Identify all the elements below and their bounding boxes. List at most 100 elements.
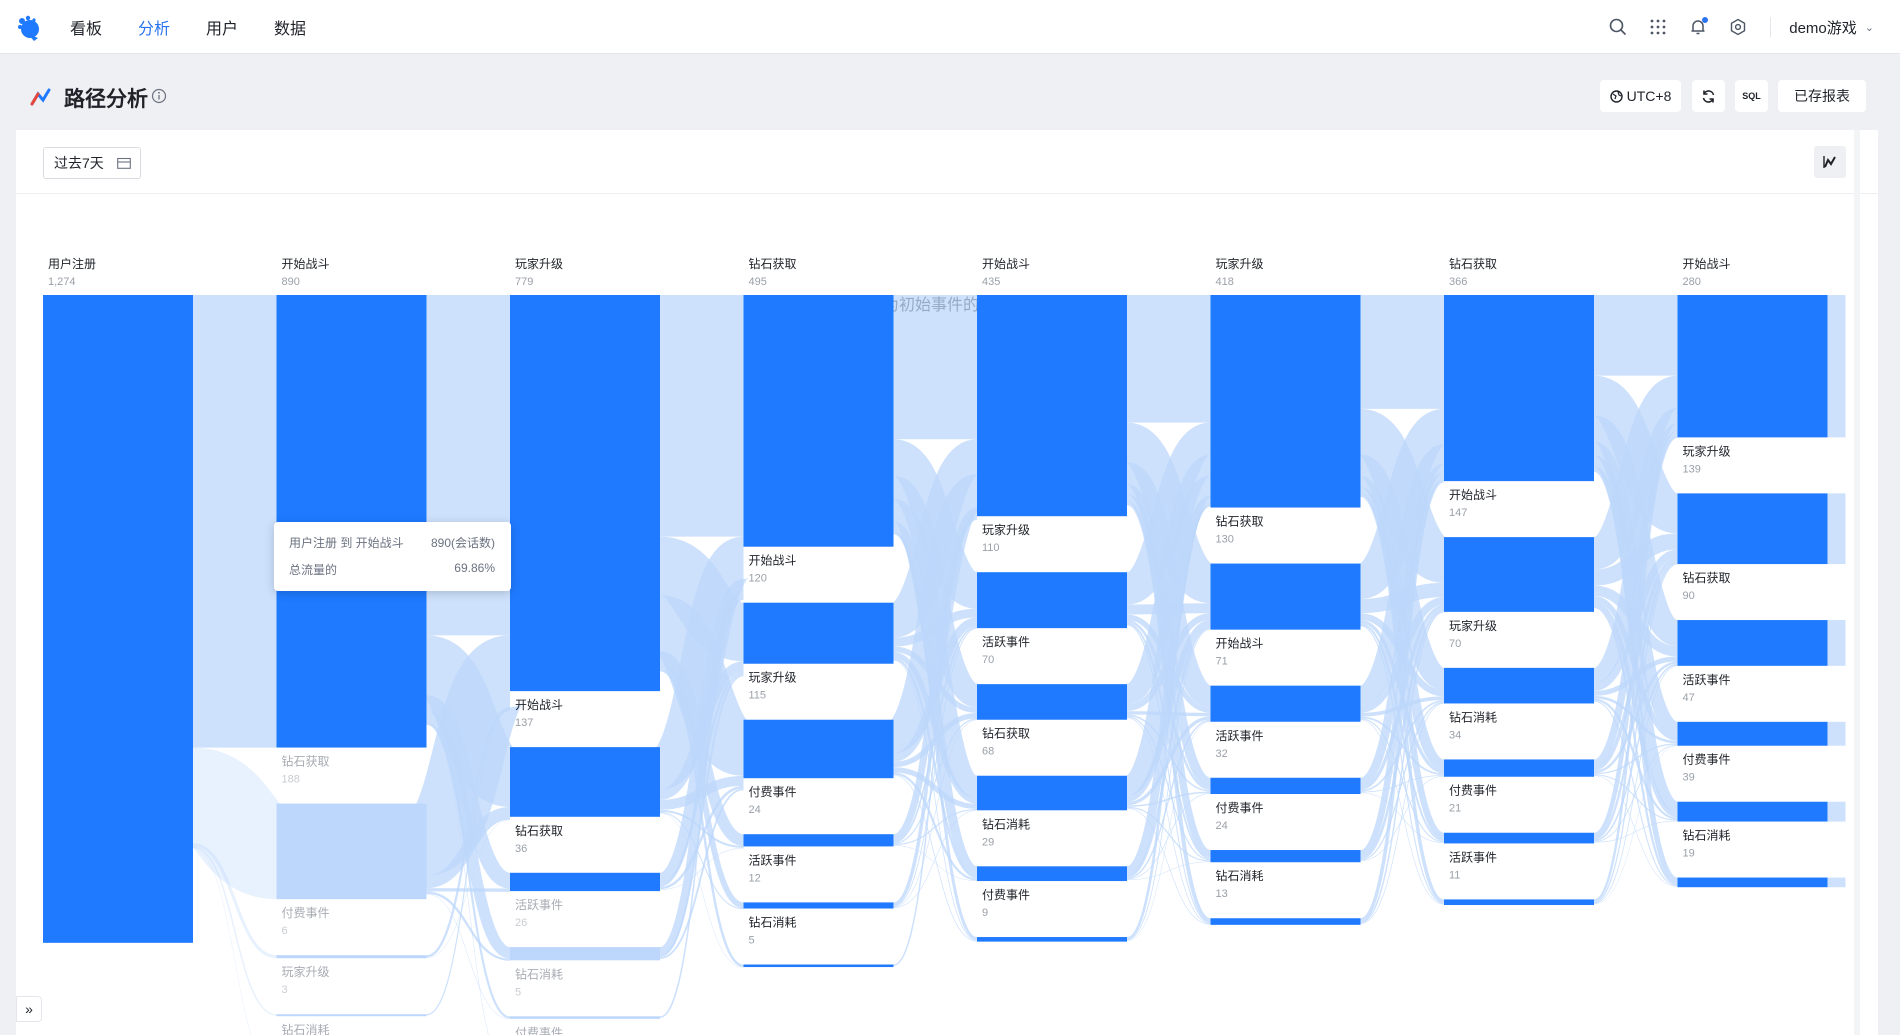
sankey-node[interactable]: [1210, 685, 1361, 722]
sankey-node-label: 付费事件: [1449, 784, 1497, 798]
sankey-node[interactable]: [276, 955, 427, 959]
tooltip-share-label: 总流量的: [289, 563, 338, 577]
page-title: 路径分析: [64, 88, 148, 111]
sankey-node-value: 366: [1449, 276, 1467, 288]
sankey-node-label: 付费事件: [1216, 801, 1264, 815]
sankey-node[interactable]: [43, 295, 193, 943]
sankey-node-label: 开始战斗: [1216, 637, 1264, 651]
sankey-node-value: 495: [749, 276, 767, 288]
sankey-link[interactable]: [1827, 877, 1846, 888]
sankey-node[interactable]: [1444, 667, 1594, 704]
sankey-node-label: 玩家升级: [1216, 256, 1264, 271]
app-logo-icon[interactable]: [16, 14, 44, 42]
sankey-node[interactable]: [1210, 850, 1361, 863]
sankey-node-label: 活跃事件: [515, 898, 563, 912]
sankey-node-value: 24: [1216, 820, 1228, 832]
sankey-node[interactable]: [743, 834, 894, 847]
nav-item-users[interactable]: 用户: [206, 15, 238, 39]
globe-icon: [1609, 89, 1623, 103]
sankey-node-value: 26: [515, 917, 527, 929]
sankey-node-label: 钻石获取: [1449, 256, 1497, 271]
sankey-node[interactable]: [977, 775, 1127, 811]
sankey-node-value: 418: [1216, 276, 1234, 288]
sankey-node[interactable]: [977, 684, 1127, 720]
sankey-node[interactable]: [1210, 295, 1361, 508]
sankey-node-label: 活跃事件: [1449, 850, 1497, 864]
info-icon[interactable]: [151, 88, 167, 104]
sankey-node-value: 32: [1216, 748, 1228, 760]
user-menu[interactable]: demo游戏 ⌄: [1789, 17, 1874, 38]
saved-reports-button[interactable]: 已存报表: [1778, 80, 1866, 112]
sankey-node-value: 779: [515, 276, 533, 288]
sankey-node-value: 9: [982, 907, 988, 919]
sankey-node-label: 玩家升级: [749, 670, 797, 685]
sankey-node[interactable]: [1210, 777, 1361, 795]
sankey-node-value: 70: [982, 654, 994, 666]
main-nav: 看板 分析 用户 数据: [70, 0, 342, 54]
sankey-node-label: 开始战斗: [982, 257, 1030, 271]
sankey-link[interactable]: [1827, 493, 1846, 565]
sankey-node[interactable]: [510, 947, 660, 961]
sankey-node-value: 5: [515, 986, 521, 998]
sankey-node-label: 钻石消耗: [515, 966, 563, 981]
sankey-link[interactable]: [184, 747, 285, 900]
sankey-node-label: 钻石获取: [515, 823, 563, 838]
sankey-node[interactable]: [1677, 721, 1828, 746]
sankey-node[interactable]: [1677, 493, 1828, 565]
sankey-node[interactable]: [1210, 563, 1361, 630]
sankey-node-label: 开始战斗: [1449, 488, 1497, 502]
sankey-node[interactable]: [1444, 759, 1594, 777]
sankey-link[interactable]: [1827, 620, 1846, 666]
sankey-node[interactable]: [743, 902, 894, 909]
expand-sidebar-button[interactable]: »: [16, 996, 42, 1022]
path-analysis-icon: [30, 88, 51, 106]
sankey-node-value: 137: [515, 717, 533, 729]
chevron-down-icon: ⌄: [1864, 21, 1874, 34]
sankey-node[interactable]: [743, 295, 894, 547]
sankey-node[interactable]: [1677, 620, 1828, 666]
sankey-link[interactable]: [1827, 801, 1846, 822]
sankey-link[interactable]: [1827, 295, 1846, 438]
sankey-node[interactable]: [1677, 801, 1828, 822]
sankey-node[interactable]: [977, 937, 1127, 942]
sankey-node[interactable]: [1677, 295, 1828, 438]
sankey-node[interactable]: [977, 295, 1127, 517]
sankey-node-value: 70: [1449, 638, 1461, 650]
sql-button[interactable]: SQL: [1735, 80, 1768, 112]
sankey-node[interactable]: [510, 1016, 660, 1019]
sankey-node[interactable]: [1444, 295, 1594, 482]
sankey-node[interactable]: [743, 602, 894, 664]
sankey-node-value: 24: [749, 804, 761, 816]
bell-icon[interactable]: [1688, 17, 1709, 37]
search-icon[interactable]: [1608, 17, 1628, 37]
double-chevron-right-icon: »: [25, 1001, 33, 1017]
sankey-link[interactable]: [1827, 721, 1846, 746]
settings-icon[interactable]: [1728, 17, 1748, 37]
timezone-button[interactable]: UTC+8: [1600, 80, 1681, 112]
sankey-node[interactable]: [743, 964, 894, 968]
sankey-node[interactable]: [276, 803, 427, 900]
sankey-node[interactable]: [276, 1014, 427, 1017]
sankey-node-value: 29: [982, 836, 994, 848]
nav-item-dashboard[interactable]: 看板: [70, 15, 102, 39]
sankey-node[interactable]: [1444, 832, 1594, 844]
sankey-node[interactable]: [977, 572, 1127, 629]
nav-item-data[interactable]: 数据: [274, 15, 306, 39]
refresh-button[interactable]: [1692, 80, 1725, 112]
sankey-node[interactable]: [743, 719, 894, 779]
sankey-node-value: 19: [1683, 848, 1695, 860]
vertical-scrollbar[interactable]: [1854, 130, 1860, 1035]
sankey-node[interactable]: [1677, 877, 1828, 888]
sankey-node-label: 钻石获取: [982, 726, 1030, 741]
sankey-node[interactable]: [977, 866, 1127, 882]
sankey-node-value: 36: [515, 843, 527, 855]
sankey-node[interactable]: [510, 747, 660, 817]
sankey-node[interactable]: [510, 872, 660, 892]
sankey-node[interactable]: [1210, 918, 1361, 925]
sankey-node-value: 139: [1683, 463, 1701, 475]
apps-grid-icon[interactable]: [1648, 17, 1668, 37]
sankey-node[interactable]: [1444, 537, 1594, 612]
sankey-node[interactable]: [1444, 899, 1594, 906]
nav-item-analysis[interactable]: 分析: [138, 15, 170, 39]
sankey-node[interactable]: [510, 295, 660, 692]
